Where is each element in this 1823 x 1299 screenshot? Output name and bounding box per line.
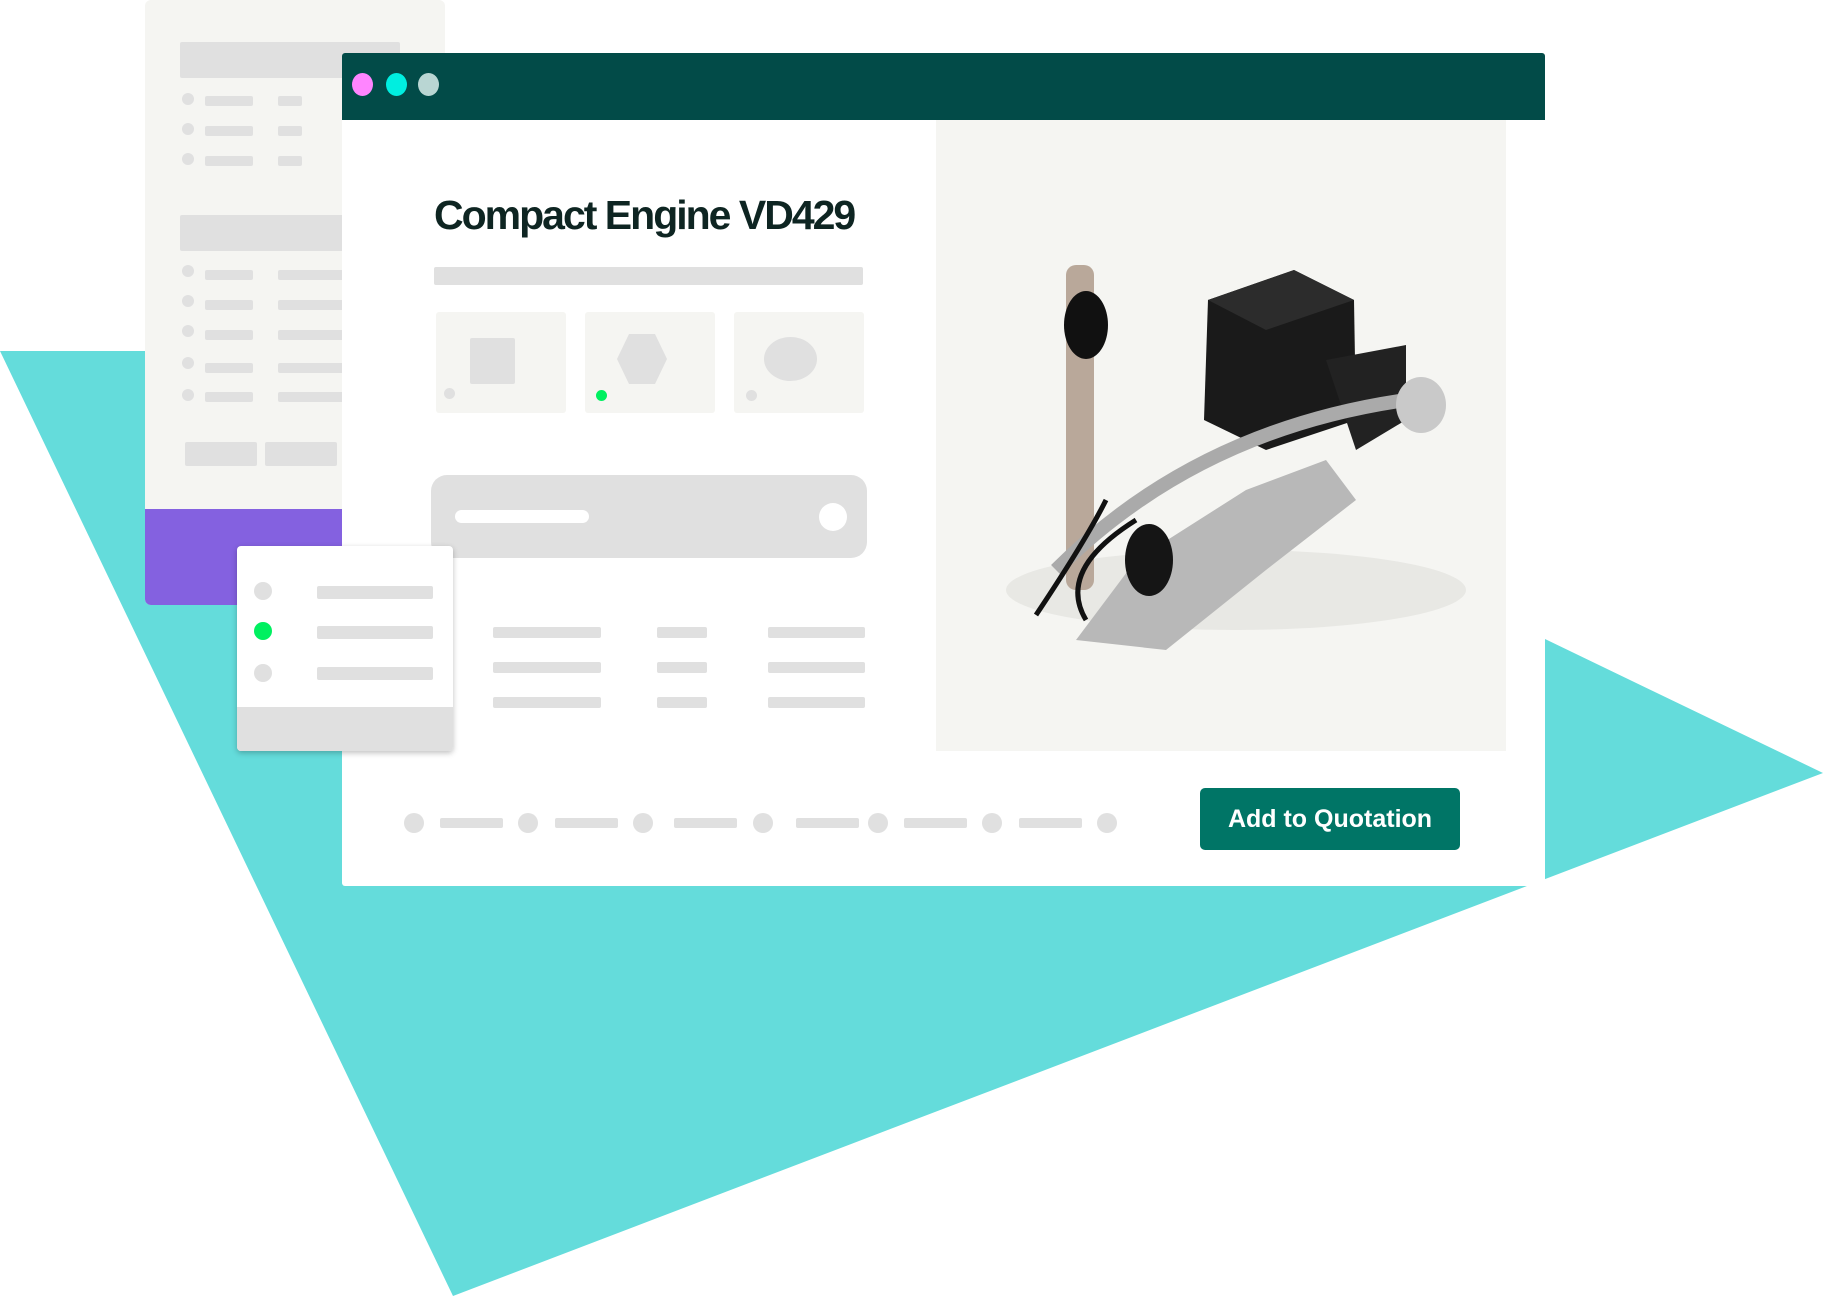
product-image xyxy=(936,120,1506,751)
slider-knob[interactable] xyxy=(819,503,847,531)
radio-option-1[interactable] xyxy=(254,582,272,600)
product-title: Compact Engine VD429 xyxy=(434,192,856,238)
window-close-button[interactable] xyxy=(352,73,373,96)
ellipse-icon xyxy=(764,337,817,381)
slider-bar[interactable] xyxy=(431,475,867,558)
square-icon xyxy=(470,338,515,384)
step-dot[interactable] xyxy=(868,813,888,833)
thumbnail-indicator xyxy=(746,390,757,401)
thumbnail-3[interactable] xyxy=(734,312,864,413)
step-dot[interactable] xyxy=(404,813,424,833)
step-dot[interactable] xyxy=(982,813,1002,833)
thumbnail-1[interactable] xyxy=(436,312,566,413)
step-dot[interactable] xyxy=(518,813,538,833)
thumbnail-indicator-selected xyxy=(596,390,607,401)
step-dot[interactable] xyxy=(633,813,653,833)
step-dot[interactable] xyxy=(753,813,773,833)
add-to-quotation-button[interactable]: Add to Quotation xyxy=(1200,788,1460,850)
step-dot[interactable] xyxy=(1097,813,1117,833)
hexagon-icon xyxy=(617,334,667,384)
thumbnail-indicator xyxy=(444,388,455,399)
radio-option-2-selected[interactable] xyxy=(254,622,272,640)
radio-option-3[interactable] xyxy=(254,664,272,682)
description-placeholder xyxy=(434,267,863,285)
window-minimize-button[interactable] xyxy=(386,73,407,96)
thumbnail-2[interactable] xyxy=(585,312,715,413)
engine-image xyxy=(1006,265,1466,650)
window-maximize-button[interactable] xyxy=(418,73,439,96)
option-popup xyxy=(237,546,453,751)
window-titlebar xyxy=(342,53,1545,120)
